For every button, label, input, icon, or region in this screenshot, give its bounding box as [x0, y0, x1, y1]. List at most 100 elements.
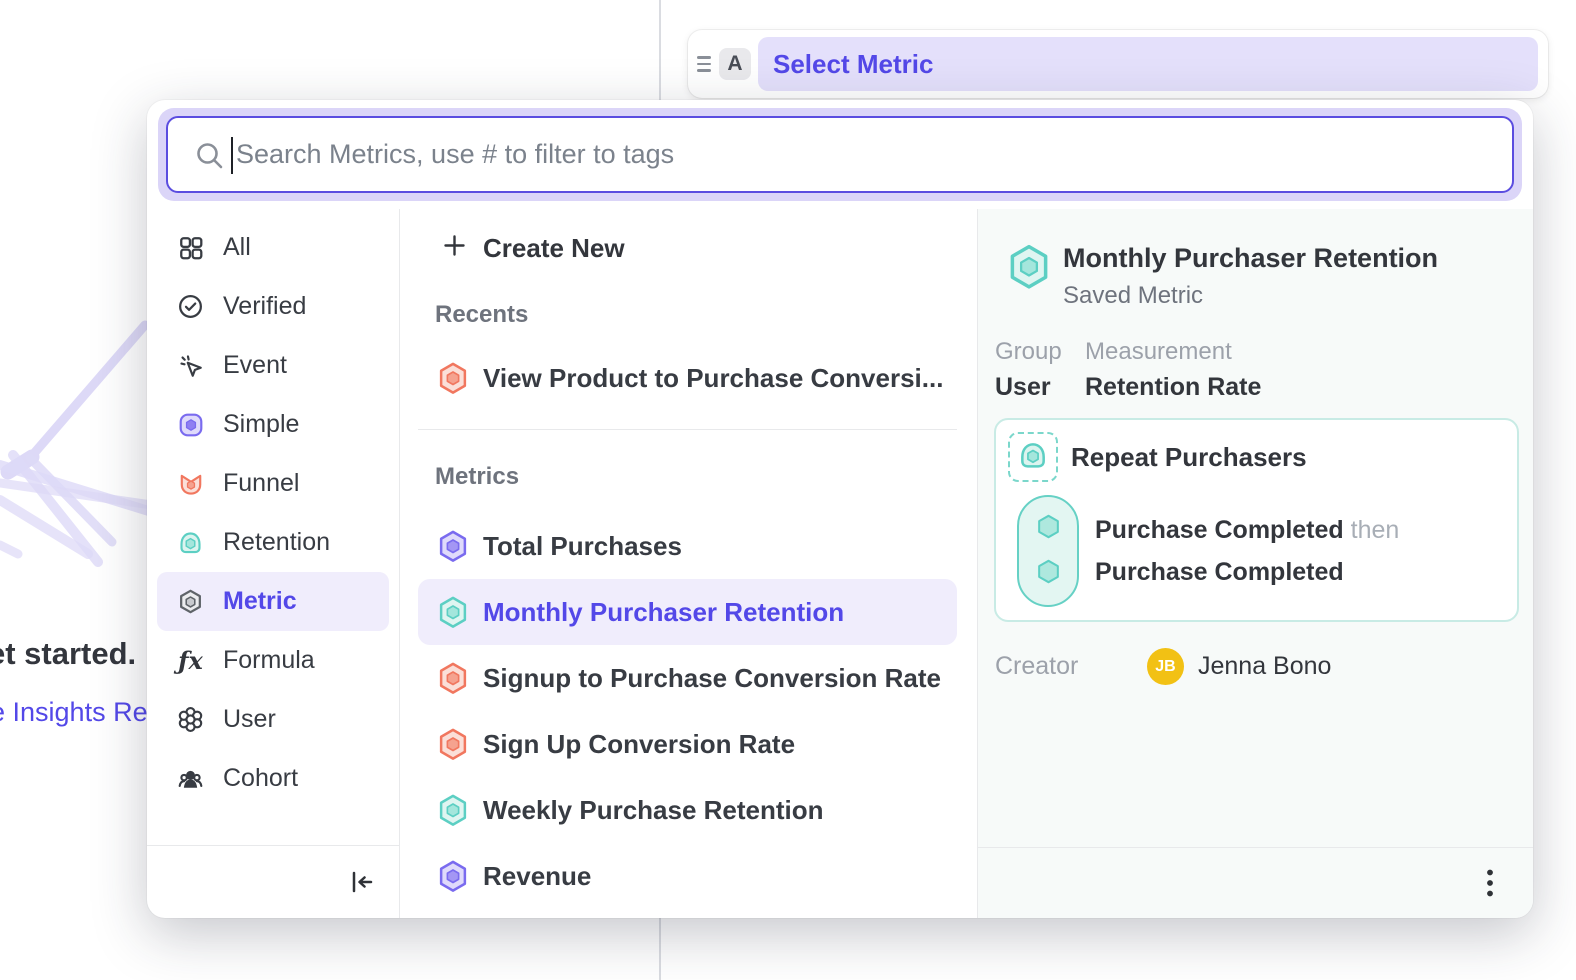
series-badge: A	[719, 48, 751, 80]
metric-list-item[interactable]: View Product to Purchase Conversi...	[418, 345, 957, 411]
metric-list-item[interactable]: Sign Up Conversion Rate	[418, 711, 957, 777]
group-value: User	[995, 373, 1085, 402]
metric-list-item[interactable]: Signup to Purchase Conversion Rate	[418, 645, 957, 711]
metric-hexagon-icon	[438, 728, 468, 761]
background-headline-fragment: et started.	[0, 636, 136, 672]
create-new-label: Create New	[483, 233, 625, 264]
metric-hexagon-icon	[438, 662, 468, 695]
metric-item-label: View Product to Purchase Conversi...	[483, 363, 943, 394]
metric-list-item[interactable]: Monthly Purchaser Retention	[418, 579, 957, 645]
sidebar-item-event[interactable]: Event	[157, 336, 389, 395]
category-sidebar: All Verified Event Simple Funnel Retenti…	[147, 209, 400, 918]
metric-hexagon-icon	[438, 530, 468, 563]
sidebar-item-funnel[interactable]: Funnel	[157, 454, 389, 513]
retention-definition-icon	[1008, 432, 1058, 482]
search-input[interactable]	[168, 117, 1512, 192]
sidebar-item-cohort[interactable]: Cohort	[157, 749, 389, 808]
collapse-sidebar-button[interactable]	[347, 867, 377, 897]
metric-picker-modal: All Verified Event Simple Funnel Retenti…	[147, 100, 1533, 918]
metric-details-panel: Monthly Purchaser Retention Saved Metric…	[978, 209, 1533, 918]
funnel-icon	[177, 470, 204, 497]
sidebar-item-label: Formula	[223, 646, 315, 675]
metric-item-label: Signup to Purchase Conversion Rate	[483, 663, 941, 694]
metric-icon	[177, 588, 204, 615]
sidebar-item-formula[interactable]: ƒx Formula	[157, 631, 389, 690]
metric-list: Create New Recents View Product to Purch…	[400, 209, 978, 918]
details-meta: Group User Measurement Retention Rate	[995, 338, 1519, 402]
create-new-button[interactable]: Create New	[418, 221, 957, 275]
metric-item-label: Weekly Purchase Retention	[483, 795, 824, 826]
creator-label: Creator	[995, 652, 1147, 681]
section-label-recents: Recents	[418, 301, 957, 329]
select-metric-button[interactable]: Select Metric	[758, 37, 1538, 91]
sidebar-item-user[interactable]: User	[157, 690, 389, 749]
metric-hexagon-icon	[438, 860, 468, 893]
search-band	[147, 100, 1533, 209]
search-focus-ring	[158, 108, 1522, 201]
drag-handle-icon[interactable]	[697, 56, 711, 71]
grid-icon	[177, 234, 204, 261]
metric-row-card: A Select Metric	[688, 30, 1548, 98]
sidebar-footer	[147, 845, 399, 918]
text-caret	[231, 137, 233, 174]
metric-item-label: Sign Up Conversion Rate	[483, 729, 795, 760]
metric-hexagon-icon	[438, 596, 468, 629]
search-icon	[194, 140, 226, 177]
measurement-label: Measurement	[1085, 338, 1261, 366]
sidebar-item-verified[interactable]: Verified	[157, 277, 389, 336]
step-connector: then	[1351, 516, 1400, 544]
metric-item-label: Monthly Purchaser Retention	[483, 597, 844, 628]
sidebar-item-label: Verified	[223, 292, 306, 321]
metric-hexagon-icon	[438, 794, 468, 827]
sidebar-item-simple[interactable]: Simple	[157, 395, 389, 454]
step-hexagon-icon	[1035, 558, 1062, 590]
metric-list-item[interactable]: Total Purchases	[418, 513, 957, 579]
creator-name: Jenna Bono	[1198, 652, 1331, 681]
retention-icon	[1017, 439, 1049, 476]
user-icon	[177, 706, 204, 733]
definition-title: Repeat Purchasers	[1071, 442, 1307, 473]
sidebar-item-label: Retention	[223, 528, 330, 557]
creator-row: Creator JB Jenna Bono	[995, 648, 1519, 685]
sidebar-item-retention[interactable]: Retention	[157, 513, 389, 572]
list-divider	[418, 429, 957, 430]
metric-item-label: Total Purchases	[483, 531, 682, 562]
search-box	[166, 116, 1514, 193]
retention-steps-capsule	[1017, 495, 1079, 607]
verified-icon	[177, 293, 204, 320]
details-header: Monthly Purchaser Retention Saved Metric	[994, 243, 1519, 310]
metric-list-item[interactable]: Revenue	[418, 843, 957, 909]
formula-icon: ƒx	[177, 647, 204, 674]
sidebar-item-label: Cohort	[223, 764, 298, 793]
section-label-metrics: Metrics	[418, 463, 957, 491]
avatar: JB	[1147, 648, 1184, 685]
sidebar-item-label: Event	[223, 351, 287, 380]
retention-icon	[177, 529, 204, 556]
sidebar-item-label: All	[223, 233, 251, 262]
metric-hexagon-icon	[438, 362, 468, 395]
sidebar-item-label: User	[223, 705, 276, 734]
collapse-icon	[347, 867, 377, 897]
group-label: Group	[995, 338, 1085, 366]
background-link-fragment: e Insights Re	[0, 697, 148, 728]
definition-steps: Purchase Completed then Purchase Complet…	[1095, 509, 1399, 593]
simple-icon	[177, 411, 204, 438]
event-icon	[177, 352, 204, 379]
details-title: Monthly Purchaser Retention	[1063, 243, 1438, 274]
cohort-icon	[177, 765, 204, 792]
step-hexagon-icon	[1035, 513, 1062, 545]
metric-list-item[interactable]: Weekly Purchase Retention	[418, 777, 957, 843]
details-footer	[978, 847, 1533, 918]
plus-icon	[443, 233, 466, 264]
metric-hexagon-icon	[1008, 244, 1050, 290]
details-subtitle: Saved Metric	[1063, 282, 1438, 310]
sidebar-item-all[interactable]: All	[157, 218, 389, 277]
metric-item-label: Revenue	[483, 861, 591, 892]
step-2-label: Purchase Completed	[1095, 551, 1399, 593]
step-1-label: Purchase Completed	[1095, 516, 1344, 544]
metric-definition-card: Repeat Purchasers Purchase Completed the…	[994, 418, 1519, 622]
more-options-button[interactable]	[1485, 867, 1495, 899]
sidebar-item-label: Metric	[223, 587, 297, 616]
measurement-value: Retention Rate	[1085, 373, 1261, 402]
sidebar-item-metric[interactable]: Metric	[157, 572, 389, 631]
